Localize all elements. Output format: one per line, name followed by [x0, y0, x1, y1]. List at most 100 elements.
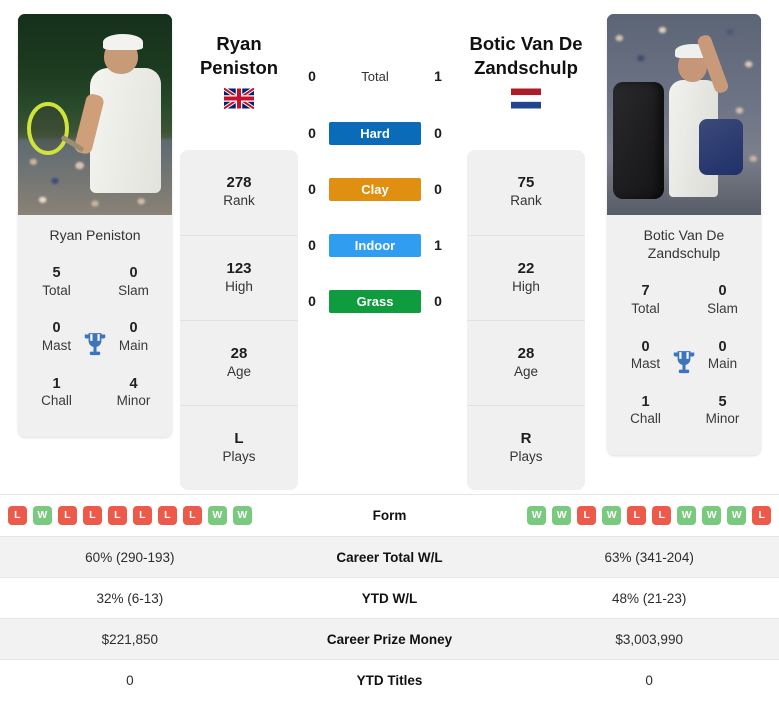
row-value-left: $221,850	[101, 631, 158, 647]
gb-flag-icon	[224, 88, 254, 109]
form-badge-loss: L	[752, 506, 772, 525]
stat-value: 7	[641, 283, 650, 300]
header-name-left: Ryan Peniston	[164, 32, 314, 81]
form-badge-loss: L	[182, 506, 202, 525]
name-line-1: Botic Van De	[469, 33, 583, 54]
title-stat-slam: 0 Slam	[95, 255, 172, 310]
stat-high: 22 High	[467, 235, 585, 320]
surface-badge-indoor[interactable]: Indoor	[329, 233, 421, 257]
stat-label: Total	[42, 282, 71, 298]
player-name-left: Ryan Peniston	[18, 215, 172, 254]
form-badge-loss: L	[652, 506, 672, 525]
trophy-icon	[673, 351, 695, 374]
stat-age: 28 Age	[180, 320, 298, 405]
form-badge-win: W	[677, 506, 697, 525]
player-name-right: Botic Van De Zandschulp	[607, 215, 761, 272]
title-stat-chall: 1 Chall	[18, 366, 95, 421]
form-badge-win: W	[602, 506, 622, 525]
h2h-left-score: 0	[308, 293, 316, 309]
stat-value: 0	[129, 265, 138, 282]
trophy-icon	[84, 333, 106, 356]
stat-rank: 278 Rank	[180, 150, 298, 235]
player-comparison-page: Ryan Peniston 5 Total 0 Slam 0 Mast 0 Ma…	[0, 0, 779, 719]
h2h-row-clay[interactable]: 0 Clay 0	[300, 177, 450, 201]
h2h-row-hard[interactable]: 0 Hard 0	[300, 121, 450, 145]
row-value-right: $3,003,990	[615, 631, 683, 647]
header-name-right: Botic Van De Zandschulp	[451, 32, 601, 81]
title-stat-slam: 0 Slam	[684, 273, 761, 328]
stat-value: 5	[52, 265, 61, 282]
title-stat-total: 7 Total	[607, 273, 684, 328]
stat-label: High	[225, 278, 253, 294]
h2h-row-total: 0 Total 1	[300, 64, 450, 88]
h2h-left-score: 0	[308, 237, 316, 253]
surface-badge-clay[interactable]: Clay	[329, 177, 421, 201]
stat-label: Plays	[222, 448, 256, 464]
stat-value: 5	[718, 393, 727, 410]
stat-value: R	[520, 429, 532, 447]
h2h-row-indoor[interactable]: 0 Indoor 1	[300, 233, 450, 257]
stat-card-left: 278 Rank 123 High 28 Age L Plays	[180, 150, 298, 490]
row-value-right: 48% (21-23)	[612, 590, 687, 606]
table-row-career-wl: 60% (290-193) Career Total W/L 63% (341-…	[0, 536, 779, 577]
h2h-right-score: 0	[434, 125, 442, 141]
form-left: LWLLLLLLWW	[0, 506, 260, 525]
form-badge-win: W	[527, 506, 547, 525]
nl-flag-icon	[511, 88, 541, 109]
player-card-left[interactable]: Ryan Peniston 5 Total 0 Slam 0 Mast 0 Ma…	[18, 14, 172, 437]
form-badge-win: W	[727, 506, 747, 525]
titles-grid-left: 5 Total 0 Slam 0 Mast 0 Main 1 Chall 4 M…	[18, 253, 172, 437]
table-row-prize-money: $221,850 Career Prize Money $3,003,990	[0, 618, 779, 659]
form-badge-win: W	[207, 506, 227, 525]
h2h-right-score: 0	[434, 181, 442, 197]
h2h-right-score: 1	[434, 237, 442, 253]
form-badge-win: W	[552, 506, 572, 525]
row-label: Career Prize Money	[326, 631, 453, 647]
form-badge-loss: L	[132, 506, 152, 525]
form-badge-win: W	[702, 506, 722, 525]
stat-value: 28	[517, 344, 535, 362]
h2h-row-grass[interactable]: 0 Grass 0	[300, 289, 450, 313]
table-row-ytd-wl: 32% (6-13) YTD W/L 48% (21-23)	[0, 577, 779, 618]
surface-badge-hard[interactable]: Hard	[329, 121, 421, 145]
form-badges-left: LWLLLLLLWW	[0, 506, 260, 525]
player-photo-left	[18, 14, 172, 215]
stat-label: Age	[513, 363, 539, 379]
stat-high: 123 High	[180, 235, 298, 320]
table-row-form: LWLLLLLLWW Form WWLWLLWWWL	[0, 494, 779, 536]
flag-wrap-right	[451, 88, 601, 109]
surface-badge-grass[interactable]: Grass	[329, 289, 421, 313]
stat-label: Chall	[41, 393, 72, 409]
h2h-right-score: 0	[434, 293, 442, 309]
stat-rank: 75 Rank	[467, 150, 585, 235]
row-value-left: 60% (290-193)	[85, 549, 175, 565]
row-value-left: 0	[126, 672, 134, 688]
stat-label: Rank	[510, 193, 542, 209]
stat-value: 0	[718, 283, 727, 300]
form-right: WWLWLLWWWL	[519, 506, 779, 525]
stat-label: Total	[631, 301, 660, 317]
title-stat-minor: 4 Minor	[95, 366, 172, 421]
form-badge-loss: L	[107, 506, 127, 525]
stat-value: 4	[129, 375, 138, 392]
stat-plays: L Plays	[180, 405, 298, 490]
name-line-2: Zandschulp	[474, 57, 578, 79]
stat-value: 75	[517, 174, 535, 192]
row-value-right: 0	[645, 672, 653, 688]
h2h-left-score: 0	[308, 181, 316, 197]
form-badge-loss: L	[577, 506, 597, 525]
row-label: Form	[372, 508, 407, 523]
title-stat-total: 5 Total	[18, 255, 95, 310]
player-card-right[interactable]: Botic Van De Zandschulp 7 Total 0 Slam 0…	[607, 14, 761, 456]
form-badge-loss: L	[57, 506, 77, 525]
row-value-left: 32% (6-13)	[96, 590, 164, 606]
player-photo-right	[607, 14, 761, 215]
stat-value: 278	[226, 174, 252, 192]
stat-label: Age	[226, 363, 252, 379]
form-badge-win: W	[32, 506, 52, 525]
comparison-header: Ryan Peniston 5 Total 0 Slam 0 Mast 0 Ma…	[0, 0, 779, 494]
name-line-1: Ryan	[216, 33, 262, 54]
form-badges-right: WWLWLLWWWL	[519, 506, 779, 525]
stat-label: Minor	[705, 411, 740, 427]
titles-grid-right: 7 Total 0 Slam 0 Mast 0 Main 1 Chall 5 M…	[607, 271, 761, 456]
